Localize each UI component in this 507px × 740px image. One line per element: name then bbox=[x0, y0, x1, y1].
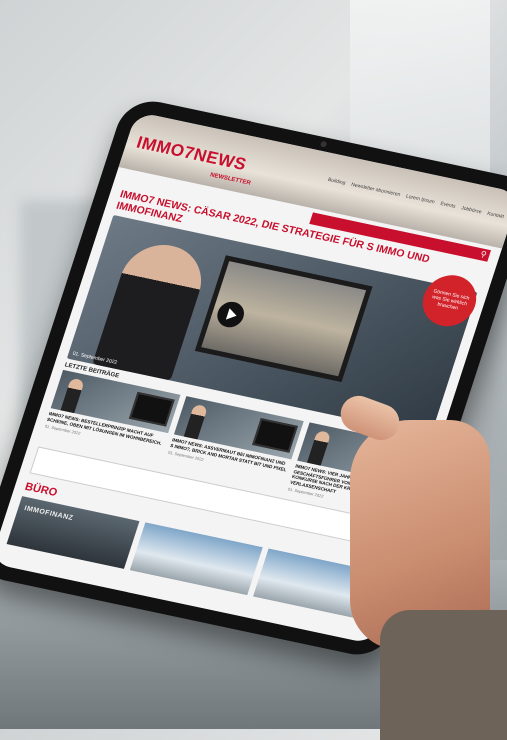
nav-item[interactable]: Lorem Ipsum bbox=[405, 194, 435, 206]
holding-hand bbox=[335, 380, 507, 740]
building-sign: IMMOFINANZ bbox=[23, 505, 75, 523]
site-nav: Building Newsletter abonnieren Lorem Ips… bbox=[327, 177, 505, 220]
nav-item[interactable]: Events bbox=[439, 201, 456, 210]
nav-item[interactable]: Building bbox=[327, 177, 346, 186]
nav-item[interactable]: Newsletter abonnieren bbox=[350, 182, 401, 198]
search-icon[interactable]: ⚲ bbox=[479, 249, 488, 259]
nav-item[interactable]: Kontakt bbox=[486, 211, 504, 220]
sleeve bbox=[380, 610, 507, 740]
site-logo[interactable]: IMMO7NEWS bbox=[134, 133, 249, 175]
camera-icon bbox=[319, 140, 328, 148]
site-tagline[interactable]: NEWSLETTER bbox=[209, 172, 251, 186]
nav-item[interactable]: Jobbörse bbox=[460, 205, 482, 215]
